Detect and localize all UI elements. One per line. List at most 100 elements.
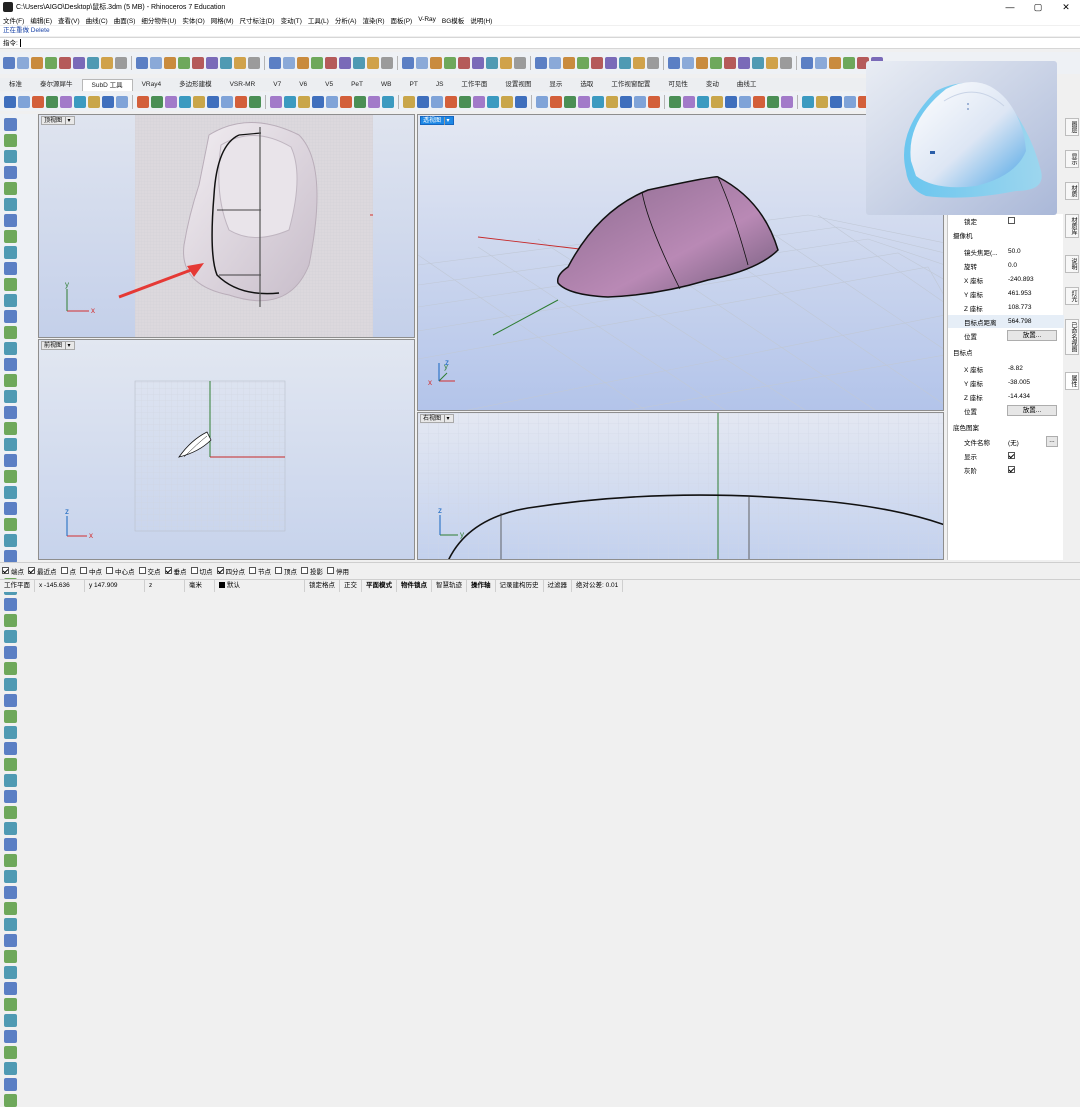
osnap-toggle[interactable]: 四分点 <box>216 566 245 576</box>
tool-icon[interactable] <box>4 614 17 627</box>
tool-icon[interactable] <box>682 57 694 69</box>
tool-icon[interactable] <box>4 918 17 931</box>
tool-icon[interactable] <box>648 95 660 108</box>
tool-icon[interactable] <box>4 486 17 499</box>
tool-icon[interactable] <box>283 57 295 69</box>
tool-icon[interactable] <box>4 966 17 979</box>
camera-z-field[interactable]: 108.773 <box>1008 304 1032 311</box>
osnap-checkbox[interactable] <box>80 567 87 574</box>
tool-icon[interactable] <box>4 1062 17 1075</box>
tab-help[interactable]: 说明 <box>1065 255 1079 273</box>
osnap-toggle[interactable]: 节点 <box>249 566 271 576</box>
tool-icon[interactable] <box>59 57 71 69</box>
tool-icon[interactable] <box>487 95 499 108</box>
tool-icon[interactable] <box>4 390 17 403</box>
tool-icon[interactable] <box>367 57 379 69</box>
tool-icon[interactable] <box>4 246 17 259</box>
osnap-toggle[interactable]: 停用 <box>327 566 349 576</box>
tool-icon[interactable] <box>4 342 17 355</box>
tool-icon[interactable] <box>445 95 457 108</box>
tool-icon[interactable] <box>633 57 645 69</box>
tool-icon[interactable] <box>248 57 260 69</box>
tool-icon[interactable] <box>207 95 219 108</box>
tool-icon[interactable] <box>18 95 30 108</box>
tool-icon[interactable] <box>382 95 394 108</box>
tab-named-views[interactable]: 已命名视图 <box>1065 319 1079 355</box>
target-y-field[interactable]: -38.005 <box>1008 379 1030 386</box>
tool-icon[interactable] <box>459 95 471 108</box>
viewport-right[interactable]: 右视图 ▾ y z <box>417 412 944 560</box>
tool-icon[interactable] <box>46 95 58 108</box>
browse-file-button[interactable]: ... <box>1046 436 1058 447</box>
tool-icon[interactable] <box>4 934 17 947</box>
tool-icon[interactable] <box>669 95 681 108</box>
tool-icon[interactable] <box>766 57 778 69</box>
osnap-toggle[interactable]: 中点 <box>80 566 102 576</box>
toolbar-tab[interactable]: PeT <box>342 79 372 91</box>
osnap-toggle[interactable]: 中心点 <box>106 566 135 576</box>
tool-icon[interactable] <box>192 57 204 69</box>
osnap-checkbox[interactable] <box>190 567 198 574</box>
tool-icon[interactable] <box>284 95 296 108</box>
tool-icon[interactable] <box>4 774 17 787</box>
tool-icon[interactable] <box>4 470 17 483</box>
tool-icon[interactable] <box>577 57 589 69</box>
menu-dimension[interactable]: 尺寸标注(D) <box>240 15 275 25</box>
tool-icon[interactable] <box>101 57 113 69</box>
tool-icon[interactable] <box>297 57 309 69</box>
tool-icon[interactable] <box>458 57 470 69</box>
tool-icon[interactable] <box>767 95 779 108</box>
close-button[interactable]: ✕ <box>1052 2 1080 13</box>
tool-icon[interactable] <box>4 374 17 387</box>
tab-properties[interactable]: 属性 <box>1065 372 1079 390</box>
tool-icon[interactable] <box>4 870 17 883</box>
tool-icon[interactable] <box>164 57 176 69</box>
tool-icon[interactable] <box>752 57 764 69</box>
menu-edit[interactable]: 编辑(E) <box>30 15 52 25</box>
tool-icon[interactable] <box>634 95 646 108</box>
osnap-toggle[interactable]: 投影 <box>301 566 323 576</box>
viewport-top[interactable]: 顶视图 ▾ x y <box>38 114 415 338</box>
tool-icon[interactable] <box>4 534 17 547</box>
tool-icon[interactable] <box>381 57 393 69</box>
tool-icon[interactable] <box>4 150 17 163</box>
tool-icon[interactable] <box>514 57 526 69</box>
tool-icon[interactable] <box>269 57 281 69</box>
menu-vray[interactable]: V-Ray <box>418 16 436 23</box>
tool-icon[interactable] <box>431 95 443 108</box>
tool-icon[interactable] <box>780 57 792 69</box>
tool-icon[interactable] <box>815 57 827 69</box>
tool-icon[interactable] <box>725 95 737 108</box>
tool-icon[interactable] <box>4 95 16 108</box>
tool-icon[interactable] <box>4 214 17 227</box>
menu-view[interactable]: 查看(V) <box>58 15 80 25</box>
tool-icon[interactable] <box>4 118 17 131</box>
tool-icon[interactable] <box>115 57 127 69</box>
tool-icon[interactable] <box>368 95 380 108</box>
tool-icon[interactable] <box>4 166 17 179</box>
tool-icon[interactable] <box>619 57 631 69</box>
toolbar-tab[interactable]: 工作平面 <box>452 79 496 91</box>
tool-icon[interactable] <box>270 95 282 108</box>
tool-icon[interactable] <box>606 95 618 108</box>
status-toggle[interactable]: 智慧轨迹 <box>432 580 467 592</box>
osnap-toggle[interactable]: 交点 <box>138 566 161 576</box>
maximize-button[interactable]: ▢ <box>1024 2 1052 13</box>
tool-icon[interactable] <box>4 742 17 755</box>
status-toggle[interactable]: 记录建构历史 <box>496 580 544 592</box>
tool-icon[interactable] <box>738 57 750 69</box>
status-toggle[interactable]: 过滤器 <box>544 580 572 592</box>
toolbar-tab[interactable]: PT <box>401 79 427 91</box>
tool-icon[interactable] <box>535 57 547 69</box>
tool-icon[interactable] <box>4 790 17 803</box>
tool-icon[interactable] <box>844 95 856 108</box>
tool-icon[interactable] <box>221 95 233 108</box>
tool-icon[interactable] <box>3 57 15 69</box>
tool-icon[interactable] <box>816 95 828 108</box>
tool-icon[interactable] <box>830 95 842 108</box>
osnap-toggle[interactable]: 最近点 <box>28 566 57 576</box>
tool-icon[interactable] <box>802 95 814 108</box>
tool-icon[interactable] <box>486 57 498 69</box>
tool-icon[interactable] <box>4 326 17 339</box>
tool-icon[interactable] <box>697 95 709 108</box>
